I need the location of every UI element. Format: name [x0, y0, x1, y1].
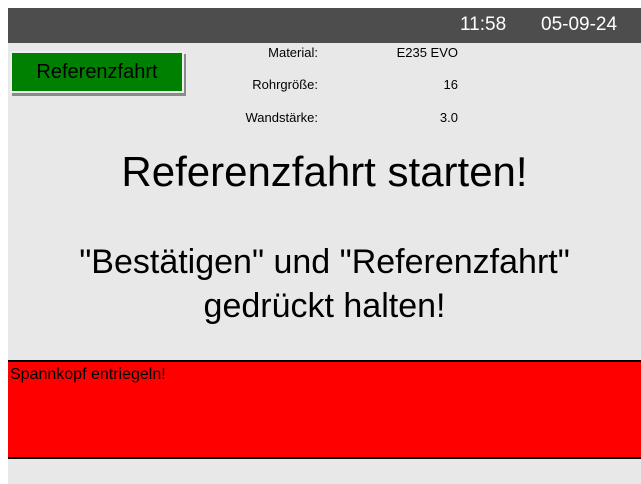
alarm-panel: Spannkopf entriegeln! — [8, 360, 641, 459]
pipe-size-value: 16 — [443, 77, 458, 92]
reference-run-button[interactable]: Referenzfahrt — [10, 51, 184, 93]
instruction-line-2: gedrückt halten! — [203, 287, 446, 325]
instruction-message: "Bestätigen" und "Referenzfahrt" gedrück… — [8, 240, 641, 328]
wall-thickness-value: 3.0 — [439, 110, 458, 125]
pipe-size-label: Rohrgröße: — [252, 77, 318, 92]
clock-time: 11:58 — [460, 14, 507, 35]
status-bar: 11:58 05-09-24 — [8, 8, 641, 43]
material-label: Material: — [268, 45, 318, 60]
material-value: E235 EVO — [396, 45, 458, 60]
clock-date: 05-09-24 — [541, 14, 618, 35]
hmi-screen: 11:58 05-09-24 Referenzfahrt Material: E… — [8, 8, 641, 484]
headline-message: Referenzfahrt starten! — [121, 148, 528, 195]
wall-thickness-label: Wandstärke: — [245, 110, 319, 125]
instruction-line-1: "Bestätigen" und "Referenzfahrt" — [79, 243, 570, 281]
alarm-message: Spannkopf entriegeln! — [10, 366, 166, 383]
